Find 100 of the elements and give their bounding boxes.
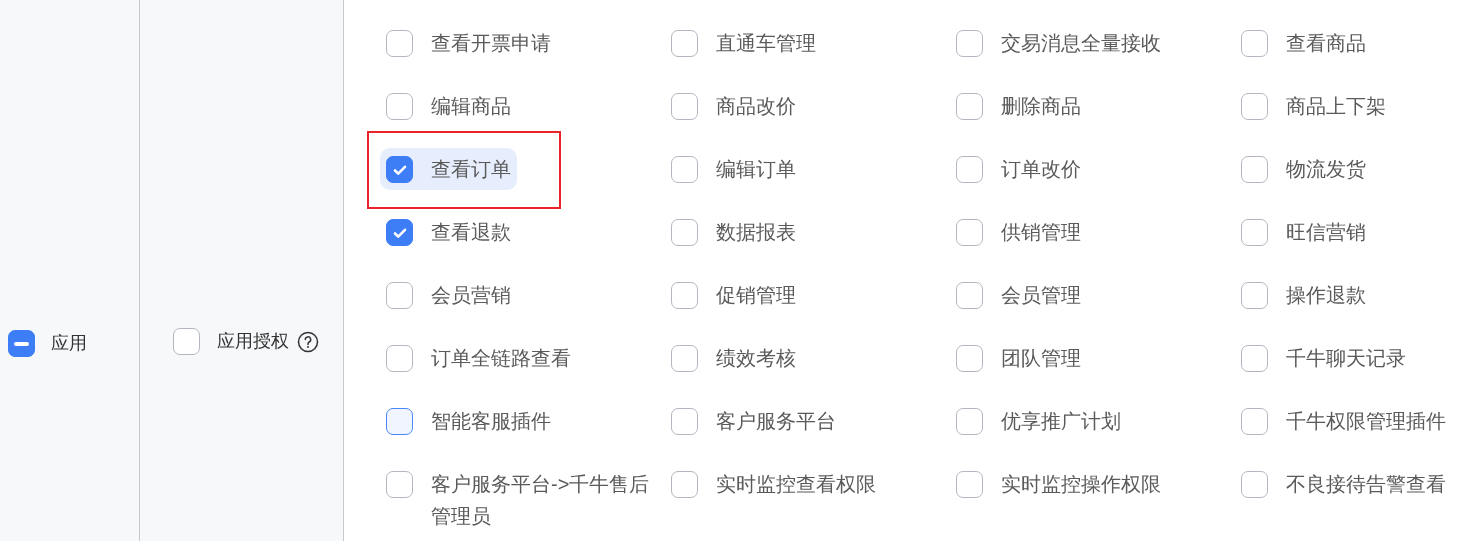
checkbox-label: 客户服务平台 <box>716 409 836 434</box>
permission-option[interactable]: 删除商品 <box>950 85 1087 127</box>
checkbox-label: 订单改价 <box>1001 157 1081 182</box>
checkbox-label: 商品上下架 <box>1286 94 1386 119</box>
permission-option[interactable]: 旺信营销 <box>1235 211 1372 253</box>
checkbox-label: 操作退款 <box>1286 283 1366 308</box>
checkbox[interactable] <box>956 408 983 435</box>
checkbox[interactable] <box>386 93 413 120</box>
checkbox-label: 智能客服插件 <box>431 409 551 434</box>
permission-option[interactable]: 千牛聊天记录 <box>1235 337 1412 379</box>
checkbox[interactable] <box>386 156 413 183</box>
permission-option[interactable]: 物流发货 <box>1235 148 1372 190</box>
checkbox[interactable] <box>671 471 698 498</box>
checkbox-label: 应用 <box>51 332 87 355</box>
checkbox[interactable] <box>386 219 413 246</box>
permission-option[interactable]: 编辑订单 <box>665 148 802 190</box>
checkbox[interactable] <box>1241 471 1268 498</box>
permission-option[interactable]: 交易消息全量接收 <box>950 22 1167 64</box>
permission-option[interactable]: 供销管理 <box>950 211 1087 253</box>
permission-option[interactable]: 商品上下架 <box>1235 85 1392 127</box>
permission-option[interactable]: 千牛权限管理插件 <box>1235 400 1452 442</box>
permission-option[interactable]: 数据报表 <box>665 211 802 253</box>
checkbox-label: 优享推广计划 <box>1001 409 1121 434</box>
checkbox[interactable] <box>671 345 698 372</box>
permission-option[interactable]: 查看退款 <box>380 211 517 253</box>
checkbox-label: 订单全链路查看 <box>431 346 571 371</box>
checkbox[interactable] <box>1241 93 1268 120</box>
checkbox-label: 查看退款 <box>431 220 511 245</box>
permission-option[interactable]: 直通车管理 <box>665 22 822 64</box>
checkbox[interactable] <box>671 282 698 309</box>
checkbox[interactable] <box>671 30 698 57</box>
checkbox[interactable] <box>1241 282 1268 309</box>
permission-option[interactable]: 实时监控操作权限 <box>950 463 1167 505</box>
permission-option[interactable]: 商品改价 <box>665 85 802 127</box>
permission-option[interactable]: 优享推广计划 <box>950 400 1127 442</box>
checkbox-label: 删除商品 <box>1001 94 1081 119</box>
checkbox-label: 编辑订单 <box>716 157 796 182</box>
checkbox[interactable] <box>956 219 983 246</box>
permission-option[interactable]: 不良接待告警查看 <box>1235 463 1452 505</box>
checkbox[interactable] <box>671 93 698 120</box>
checkbox[interactable] <box>956 282 983 309</box>
permission-option[interactable]: 促销管理 <box>665 274 802 316</box>
checkbox-label: 编辑商品 <box>431 94 511 119</box>
permission-option[interactable]: 绩效考核 <box>665 337 802 379</box>
checkbox-label: 数据报表 <box>716 220 796 245</box>
checkbox-label: 促销管理 <box>716 283 796 308</box>
checkbox[interactable] <box>386 408 413 435</box>
checkbox[interactable] <box>956 93 983 120</box>
checkbox[interactable] <box>386 282 413 309</box>
checkbox-label: 团队管理 <box>1001 346 1081 371</box>
checkbox-label: 实时监控操作权限 <box>1001 472 1161 497</box>
checkbox[interactable] <box>956 30 983 57</box>
checkbox[interactable] <box>8 330 35 357</box>
checkbox-label: 供销管理 <box>1001 220 1081 245</box>
checkbox[interactable] <box>1241 408 1268 435</box>
permission-option[interactable]: 智能客服插件 <box>380 400 557 442</box>
checkbox[interactable] <box>956 156 983 183</box>
minus-icon <box>14 341 29 346</box>
checkbox[interactable] <box>671 408 698 435</box>
checkbox[interactable] <box>386 345 413 372</box>
checkbox-label: 客户服务平台->千牛售后管理员 <box>431 472 651 529</box>
permission-option[interactable]: 订单全链路查看 <box>380 337 577 379</box>
permission-option[interactable]: 会员管理 <box>950 274 1087 316</box>
checkbox[interactable] <box>1241 30 1268 57</box>
help-icon[interactable] <box>297 330 319 353</box>
checkbox[interactable] <box>173 328 200 355</box>
permission-option[interactable]: 会员营销 <box>380 274 517 316</box>
checkbox-label: 会员管理 <box>1001 283 1081 308</box>
permission-option[interactable]: 查看开票申请 <box>380 22 557 64</box>
permission-option[interactable]: 客户服务平台 <box>665 400 842 442</box>
permission-option[interactable]: 操作退款 <box>1235 274 1372 316</box>
checkbox[interactable] <box>1241 219 1268 246</box>
checkbox-label: 绩效考核 <box>716 346 796 371</box>
checkbox[interactable] <box>956 345 983 372</box>
checkbox[interactable] <box>1241 156 1268 183</box>
checkbox[interactable] <box>671 156 698 183</box>
checkbox-label: 会员营销 <box>431 283 511 308</box>
permission-option[interactable]: 编辑商品 <box>380 85 517 127</box>
checkbox-label: 千牛权限管理插件 <box>1286 409 1446 434</box>
checkbox-label: 直通车管理 <box>716 31 816 56</box>
permission-option[interactable]: 查看订单 <box>380 148 517 190</box>
checkbox-label: 旺信营销 <box>1286 220 1366 245</box>
checkbox-label: 查看订单 <box>431 157 511 182</box>
checkbox-label: 实时监控查看权限 <box>716 472 876 497</box>
permission-option[interactable]: 查看商品 <box>1235 22 1372 64</box>
permission-option[interactable]: 订单改价 <box>950 148 1087 190</box>
checkbox[interactable] <box>386 30 413 57</box>
checkbox-label: 交易消息全量接收 <box>1001 31 1161 56</box>
permission-option[interactable]: 客户服务平台->千牛售后管理员 <box>380 463 659 537</box>
checkbox-label: 商品改价 <box>716 94 796 119</box>
checkbox-label: 千牛聊天记录 <box>1286 346 1406 371</box>
permission-option[interactable]: 实时监控查看权限 <box>665 463 882 505</box>
permission-option[interactable]: 团队管理 <box>950 337 1087 379</box>
checkbox[interactable] <box>671 219 698 246</box>
checkbox[interactable] <box>386 471 413 498</box>
checkbox-label: 物流发货 <box>1286 157 1366 182</box>
checkbox-label: 不良接待告警查看 <box>1286 472 1446 497</box>
checkbox[interactable] <box>956 471 983 498</box>
checkbox[interactable] <box>1241 345 1268 372</box>
checkbox-label: 应用授权 <box>217 330 289 353</box>
